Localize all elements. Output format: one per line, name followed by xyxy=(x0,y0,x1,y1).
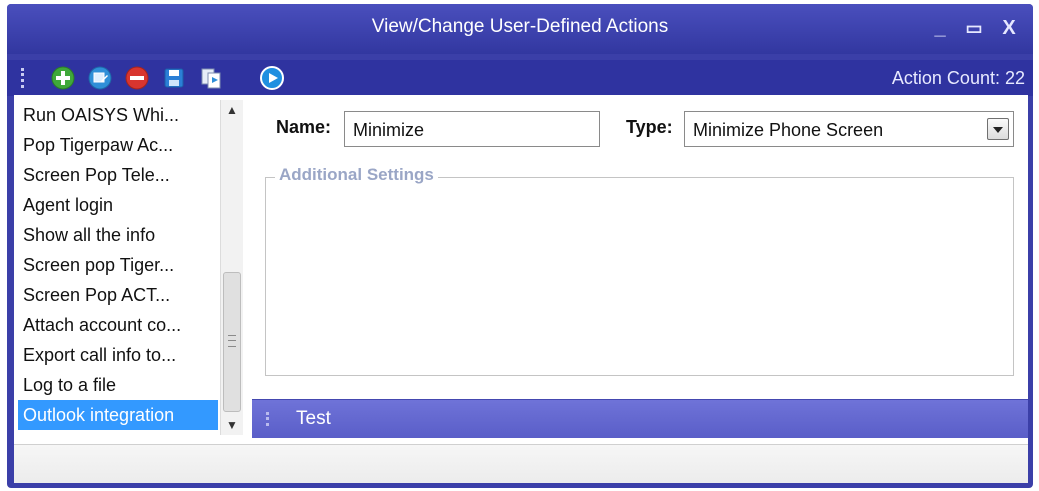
name-input[interactable]: Minimize xyxy=(344,111,600,147)
list-item[interactable]: Screen pop Tiger... xyxy=(18,250,218,280)
list-item[interactable]: Run OAISYS Whi... xyxy=(18,100,218,130)
actions-listbox[interactable]: Run OAISYS Whi... Pop Tigerpaw Ac... Scr… xyxy=(18,100,243,435)
action-details-panel: Name: Minimize Type: Minimize Phone Scre… xyxy=(252,95,1028,444)
run-icon[interactable] xyxy=(260,66,284,90)
list-item[interactable]: Log to a file xyxy=(18,370,218,400)
copy-icon[interactable] xyxy=(199,66,223,90)
scroll-up-icon[interactable]: ▲ xyxy=(221,100,243,120)
list-item[interactable]: Export call info to... xyxy=(18,340,218,370)
actions-window: View/Change User-Defined Actions _ ▭ X A… xyxy=(7,4,1033,488)
toolbar: Action Count: 22 xyxy=(7,60,1033,96)
save-icon[interactable] xyxy=(162,66,186,90)
toolbar-grip-icon[interactable] xyxy=(21,68,27,88)
status-bar xyxy=(14,444,1028,483)
scroll-grip-icon xyxy=(228,335,236,347)
maximize-button[interactable]: ▭ xyxy=(959,14,989,42)
edit-icon[interactable] xyxy=(88,66,112,90)
list-item[interactable]: Screen Pop Tele... xyxy=(18,160,218,190)
list-item[interactable]: Attach account co... xyxy=(18,310,218,340)
additional-settings-group xyxy=(265,177,1014,376)
delete-icon[interactable] xyxy=(125,66,149,90)
type-label: Type: xyxy=(626,117,673,137)
name-label: Name: xyxy=(276,117,332,137)
list-item-selected[interactable]: Outlook integration xyxy=(18,400,218,430)
list-item[interactable]: Pop Tigerpaw Ac... xyxy=(18,130,218,160)
close-button[interactable]: X xyxy=(994,14,1024,42)
test-label: Test xyxy=(296,408,331,429)
list-item[interactable]: Agent login xyxy=(18,190,218,220)
list-item[interactable]: Show all the info xyxy=(18,220,218,250)
test-bar[interactable]: Test xyxy=(252,399,1028,438)
scroll-thumb[interactable] xyxy=(223,272,241,412)
title-bar[interactable]: View/Change User-Defined Actions _ ▭ X xyxy=(7,4,1033,54)
minimize-button[interactable]: _ xyxy=(925,14,955,42)
type-select-value: Minimize Phone Screen xyxy=(693,120,884,140)
client-area: Run OAISYS Whi... Pop Tigerpaw Ac... Scr… xyxy=(14,95,1028,444)
scroll-down-icon[interactable]: ▼ xyxy=(221,415,243,435)
list-scrollbar[interactable]: ▲ ▼ xyxy=(220,100,243,435)
add-icon[interactable] xyxy=(51,66,75,90)
type-select[interactable]: Minimize Phone Screen xyxy=(684,111,1014,147)
window-title: View/Change User-Defined Actions xyxy=(371,16,669,37)
action-count-label: Action Count: 22 xyxy=(891,68,1025,88)
test-grip-icon xyxy=(266,412,272,426)
additional-settings-label: Additional Settings xyxy=(275,165,438,185)
list-item[interactable]: Screen Pop ACT... xyxy=(18,280,218,310)
chevron-down-icon[interactable] xyxy=(987,118,1009,140)
